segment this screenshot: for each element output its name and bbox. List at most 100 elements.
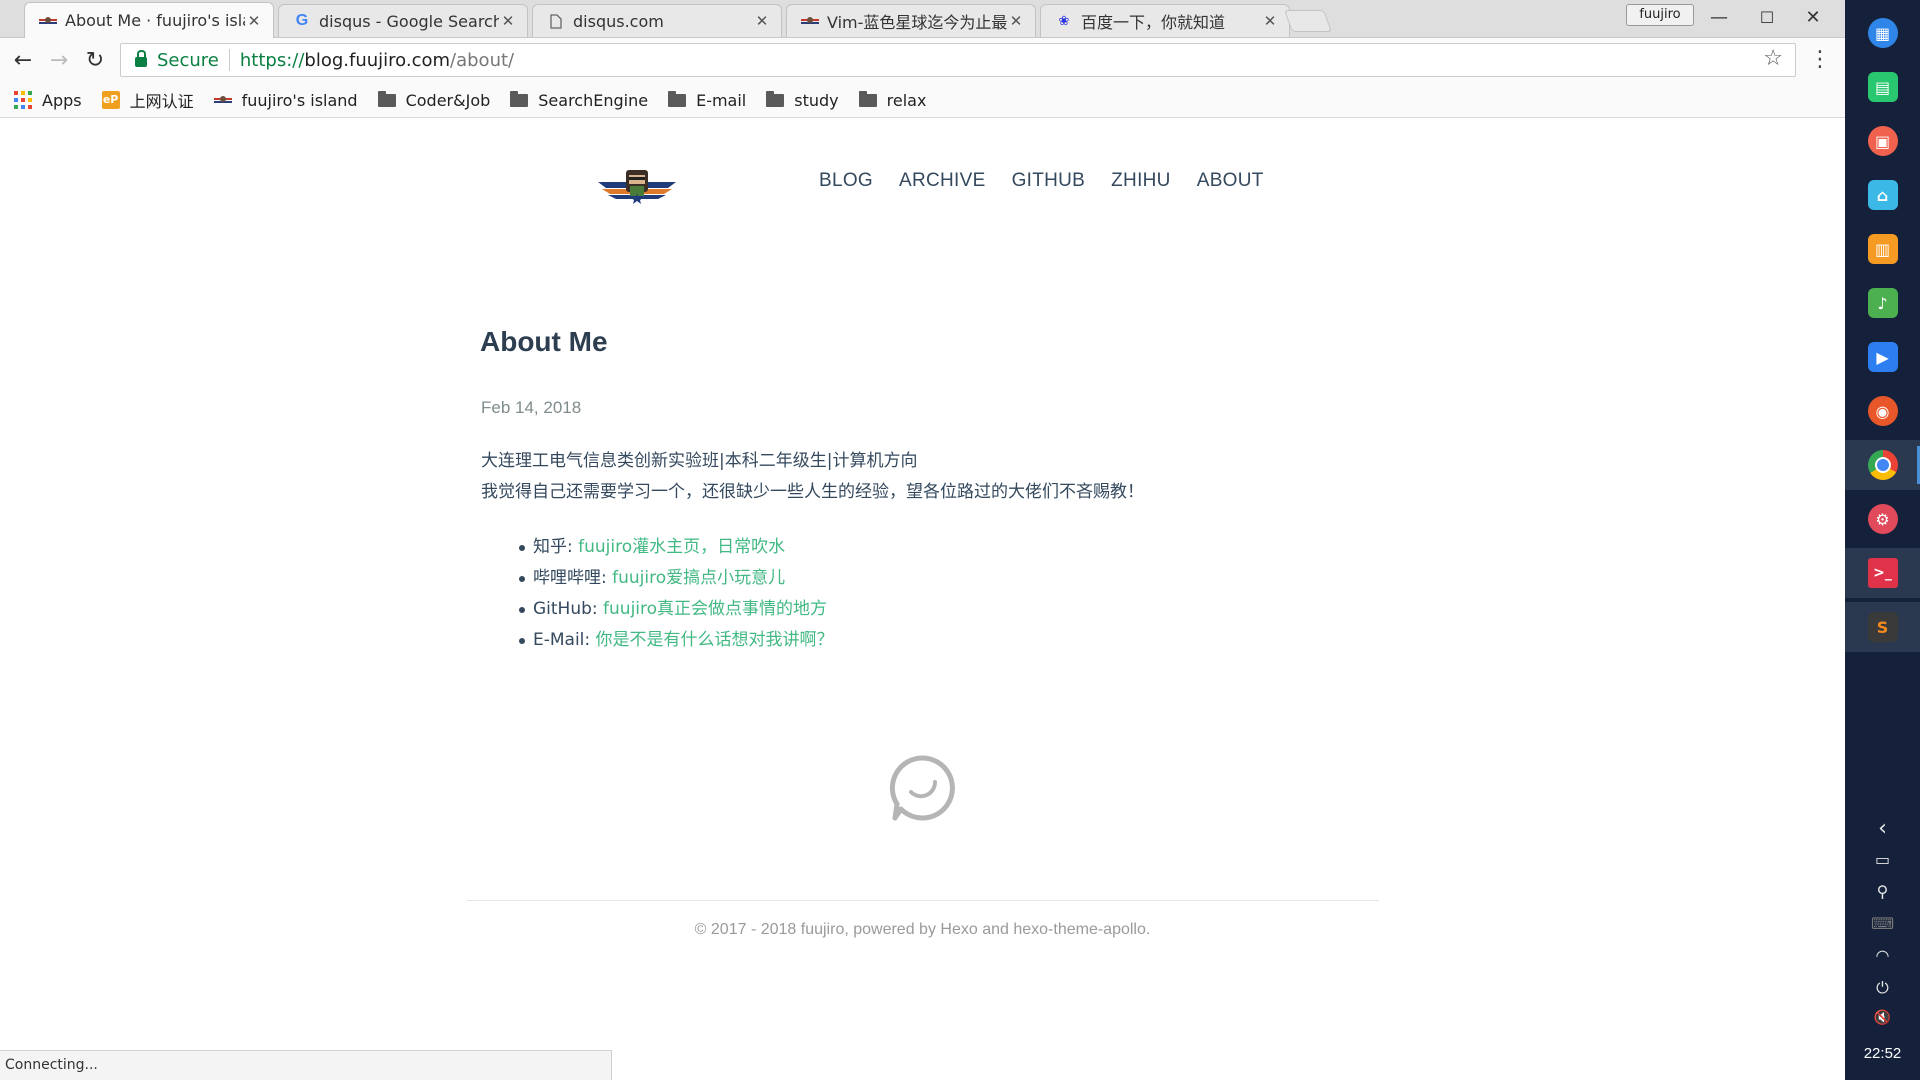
power-icon[interactable]: ⏻ (1845, 978, 1920, 998)
chrome-menu-icon[interactable]: ⋮ (1808, 44, 1832, 76)
firefox-icon: ◉ (1867, 396, 1898, 426)
profile-button[interactable]: fuujiro (1626, 4, 1694, 26)
email-link[interactable]: 你是不是有什么话想对我讲啊？ (596, 630, 834, 650)
folder-icon (510, 90, 529, 107)
collapse-arrow-icon[interactable]: ‹ (1845, 816, 1920, 841)
github-link[interactable]: fuujiro真正会做点事情的地方 (603, 599, 827, 619)
deepin-terminal-icon: >_ (1867, 558, 1898, 588)
address-bar[interactable]: Secure https://blog.fuujiro.com/about/ ☆ (120, 43, 1796, 77)
sublime-text-icon: S (1867, 612, 1898, 642)
dock-settings[interactable]: ⚙ (1845, 494, 1920, 544)
app-store-icon: ⌂ (1867, 180, 1898, 210)
nav-blog[interactable]: BLOG (819, 170, 873, 192)
disqus-loading-icon (889, 755, 955, 821)
forward-button[interactable]: → (44, 46, 74, 76)
settings-icon: ⚙ (1867, 504, 1898, 534)
reload-button[interactable]: ↻ (80, 46, 110, 76)
bookmarks-bar: Apps eP 上网认证 fuujiro's island Coder&Job … (0, 83, 1845, 118)
bookmark-folder-coder-job[interactable]: Coder&Job (377, 90, 490, 110)
wifi-icon[interactable]: ◠ (1845, 946, 1920, 965)
tab-disqus-com[interactable]: disqus.com ✕ (532, 4, 782, 37)
contact-label: 知乎: (533, 537, 579, 557)
nav-archive[interactable]: ARCHIVE (899, 170, 986, 192)
url-path: /about/ (450, 49, 515, 71)
folder-icon (377, 90, 396, 107)
browser-window: About Me · fuujiro's island ✕ G disqus -… (0, 0, 1845, 1080)
dock-chrome[interactable] (1845, 440, 1920, 490)
bookmark-label: fuujiro's island (241, 90, 358, 110)
maximize-button[interactable]: ☐ (1752, 6, 1782, 30)
intro-line: 大连理工电气信息类创新实验班|本科二年级生|计算机方向 (481, 451, 918, 471)
folder-icon (766, 90, 785, 107)
usb-icon[interactable]: ⚲ (1845, 882, 1920, 901)
nav-github[interactable]: GITHUB (1012, 170, 1086, 192)
keyboard-icon[interactable]: ⌨ (1845, 914, 1920, 933)
tab-title: Vim-蓝色星球迄今为止最 (827, 13, 1007, 32)
post-intro: 大连理工电气信息类创新实验班|本科二年级生|计算机方向 我觉得自己还需要学习一个… (481, 446, 1381, 508)
battery-icon[interactable]: ▭ (1845, 850, 1920, 869)
back-button[interactable]: ← (8, 46, 38, 76)
footer-divider (467, 900, 1379, 901)
post-title: About Me (480, 326, 608, 357)
theme-link[interactable]: hexo-theme-apollo (1013, 921, 1146, 938)
bilibili-link[interactable]: fuujiro爱搞点小玩意儿 (612, 568, 785, 588)
tab-close-icon[interactable]: ✕ (753, 12, 771, 30)
list-item: GitHub: fuujiro真正会做点事情的地方 (519, 594, 834, 625)
launcher-icon: ▦ (1867, 18, 1898, 48)
contact-list: 知乎: fuujiro灌水主页，日常吹水 哔哩哔哩: fuujiro爱搞点小玩意… (519, 532, 834, 656)
dock-firefox[interactable]: ◉ (1845, 386, 1920, 436)
tab-close-icon[interactable]: ✕ (1007, 12, 1025, 30)
dock-music-player[interactable]: ♪ (1845, 278, 1920, 328)
status-bubble: Connecting... (0, 1050, 612, 1080)
dock-screen-recorder[interactable]: ▣ (1845, 116, 1920, 166)
zhihu-link[interactable]: fuujiro灌水主页，日常吹水 (578, 537, 785, 557)
google-icon: G (295, 12, 309, 29)
bookmark-label: E-mail (696, 90, 747, 110)
nav-about[interactable]: ABOUT (1197, 170, 1264, 192)
tab-close-icon[interactable]: ✕ (499, 12, 517, 30)
nav-zhihu[interactable]: ZHIHU (1111, 170, 1171, 192)
bookmark-apps[interactable]: Apps (14, 91, 82, 110)
contact-label: E-Mail: (533, 630, 596, 650)
bookmark-folder-study[interactable]: study (766, 90, 839, 110)
clock[interactable]: 22:52 (1845, 1045, 1920, 1062)
volume-mute-icon[interactable]: 🔇 (1845, 1010, 1920, 1026)
bookmark-label: study (794, 90, 839, 110)
tab-disqus-google[interactable]: G disqus - Google Search ✕ (278, 4, 528, 37)
tab-baidu[interactable]: ❀ 百度一下，你就知道 ✕ (1040, 4, 1290, 37)
bookmark-folder-email[interactable]: E-mail (668, 90, 747, 110)
close-window-button[interactable]: ✕ (1798, 6, 1828, 30)
bookmark-folder-relax[interactable]: relax (858, 90, 926, 110)
url-separator (228, 49, 230, 71)
browser-toolbar: ← → ↻ Secure https://blog.fuujiro.com/ab… (0, 38, 1845, 83)
minimize-button[interactable]: — (1704, 6, 1734, 30)
dock-archive-manager[interactable]: ▥ (1845, 224, 1920, 274)
list-item: E-Mail: 你是不是有什么话想对我讲啊？ (519, 625, 834, 656)
tab-about-me[interactable]: About Me · fuujiro's island ✕ (24, 2, 274, 38)
hexo-link[interactable]: Hexo (940, 921, 977, 938)
tab-vim[interactable]: Vim-蓝色星球迄今为止最 ✕ (786, 4, 1036, 37)
tab-close-icon[interactable]: ✕ (245, 12, 263, 30)
bookmark-folder-searchengine[interactable]: SearchEngine (510, 90, 648, 110)
folder-icon (858, 90, 877, 107)
bookmark-network-auth[interactable]: eP 上网认证 (101, 88, 194, 112)
dock-terminal-green[interactable]: ▤ (1845, 62, 1920, 112)
dock-app-store[interactable]: ⌂ (1845, 170, 1920, 220)
contact-label: GitHub: (533, 599, 604, 619)
lock-icon (135, 50, 147, 67)
site-favicon-icon (39, 12, 57, 30)
bookmark-star-icon[interactable]: ☆ (1763, 46, 1783, 71)
dock-sublime-text[interactable]: S (1845, 602, 1920, 652)
bookmark-fuujiro-island[interactable]: fuujiro's island (213, 90, 358, 110)
new-tab-button[interactable] (1283, 10, 1333, 32)
tab-title: 百度一下，你就知道 (1081, 13, 1226, 32)
tab-close-icon[interactable]: ✕ (1261, 12, 1279, 30)
footer-suffix: . (1145, 921, 1151, 938)
site-logo[interactable] (598, 164, 676, 206)
page-icon (547, 12, 565, 30)
site-nav: BLOG ARCHIVE GITHUB ZHIHU ABOUT (819, 170, 1264, 192)
dock-deepin-terminal[interactable]: >_ (1845, 548, 1920, 598)
dock-launcher[interactable]: ▦ (1845, 8, 1920, 58)
dock-video-player[interactable]: ▶ (1845, 332, 1920, 382)
apps-grid-icon (14, 91, 32, 109)
